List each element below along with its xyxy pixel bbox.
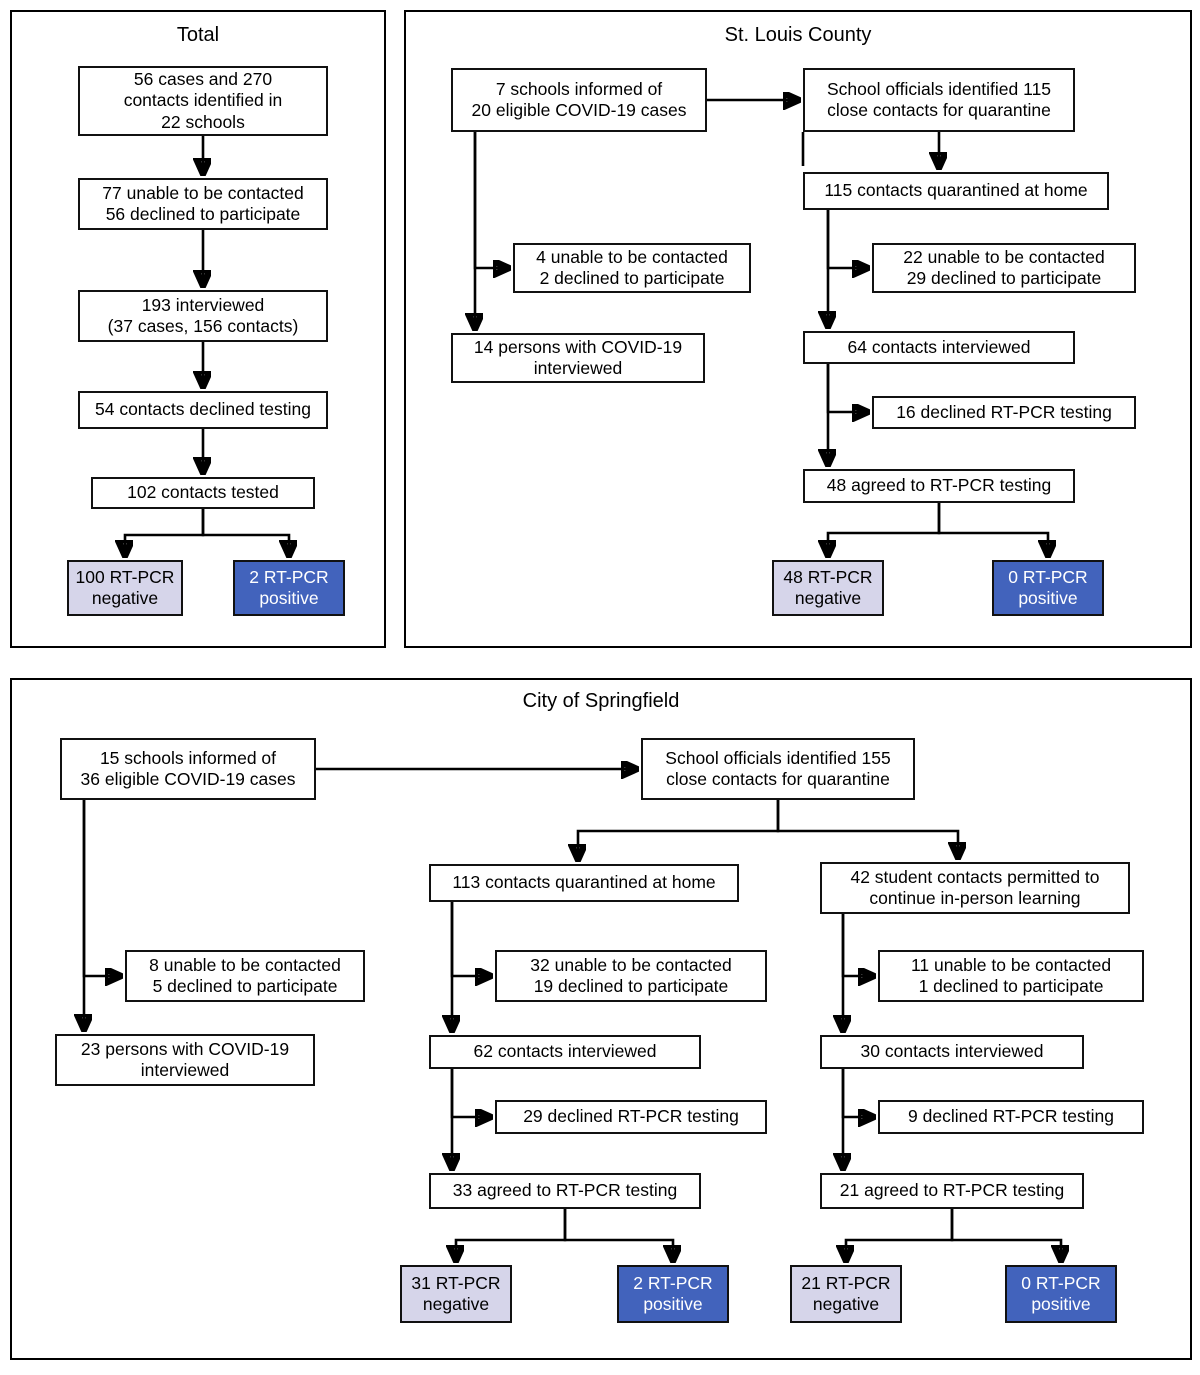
node-stl-rtpcr-negative: 48 RT-PCR negative bbox=[772, 560, 884, 616]
node-stl-declined-rtpcr: 16 declined RT-PCR testing bbox=[872, 396, 1136, 429]
panel-total-title: Total bbox=[176, 24, 220, 46]
node-total-interviewed: 193 interviewed (37 cases, 156 contacts) bbox=[78, 290, 328, 342]
node-total-rtpcr-negative: 100 RT-PCR negative bbox=[67, 560, 183, 616]
node-stl-quarantined-home: 115 contacts quarantined at home bbox=[803, 172, 1109, 210]
node-spr-declined-rtpcr-inperson: 9 declined RT-PCR testing bbox=[878, 1100, 1144, 1134]
node-total-declined-testing: 54 contacts declined testing bbox=[78, 391, 328, 429]
node-stl-contacts-interviewed: 64 contacts interviewed bbox=[803, 331, 1075, 364]
node-stl-unable-declined-contacts: 22 unable to be contacted 29 declined to… bbox=[872, 243, 1136, 293]
node-total-identified: 56 cases and 270 contacts identified in … bbox=[78, 66, 328, 136]
node-spr-officials-identified: School officials identified 155 close co… bbox=[641, 738, 915, 800]
node-spr-rtpcr-positive-quarantine: 2 RT-PCR positive bbox=[617, 1265, 729, 1323]
node-spr-rtpcr-negative-quarantine: 31 RT-PCR negative bbox=[400, 1265, 512, 1323]
node-spr-unable-declined-cases: 8 unable to be contacted 5 declined to p… bbox=[125, 950, 365, 1002]
node-spr-contacts-interviewed-inperson: 30 contacts interviewed bbox=[820, 1035, 1084, 1069]
node-spr-schools-informed: 15 schools informed of 36 eligible COVID… bbox=[60, 738, 316, 800]
flowchart-figure: Total 56 cases and 270 contacts identifi… bbox=[0, 0, 1200, 1375]
node-spr-contacts-interviewed-quarantine: 62 contacts interviewed bbox=[429, 1035, 701, 1069]
panel-st-louis-county-title: St. Louis County bbox=[724, 24, 872, 46]
node-spr-unable-declined-inperson: 11 unable to be contacted 1 declined to … bbox=[878, 950, 1144, 1002]
node-spr-agreed-rtpcr-inperson: 21 agreed to RT-PCR testing bbox=[820, 1173, 1084, 1209]
node-spr-rtpcr-negative-inperson: 21 RT-PCR negative bbox=[790, 1265, 902, 1323]
node-spr-in-person-learning: 42 student contacts permitted to continu… bbox=[820, 862, 1130, 914]
node-stl-agreed-rtpcr: 48 agreed to RT-PCR testing bbox=[803, 469, 1075, 503]
node-spr-agreed-rtpcr-quarantine: 33 agreed to RT-PCR testing bbox=[429, 1173, 701, 1209]
node-spr-unable-declined-quarantine: 32 unable to be contacted 19 declined to… bbox=[495, 950, 767, 1002]
node-stl-rtpcr-positive: 0 RT-PCR positive bbox=[992, 560, 1104, 616]
panel-city-of-springfield-title: City of Springfield bbox=[522, 690, 680, 712]
node-spr-rtpcr-positive-inperson: 0 RT-PCR positive bbox=[1005, 1265, 1117, 1323]
node-spr-quarantined-home: 113 contacts quarantined at home bbox=[429, 864, 739, 902]
node-spr-declined-rtpcr-quarantine: 29 declined RT-PCR testing bbox=[495, 1100, 767, 1134]
node-stl-unable-declined-cases: 4 unable to be contacted 2 declined to p… bbox=[513, 243, 751, 293]
node-stl-persons-interviewed: 14 persons with COVID-19 interviewed bbox=[451, 333, 705, 383]
node-total-rtpcr-positive: 2 RT-PCR positive bbox=[233, 560, 345, 616]
node-total-unable-declined: 77 unable to be contacted 56 declined to… bbox=[78, 178, 328, 230]
node-stl-officials-identified: School officials identified 115 close co… bbox=[803, 68, 1075, 132]
node-total-tested: 102 contacts tested bbox=[91, 477, 315, 509]
node-stl-schools-informed: 7 schools informed of 20 eligible COVID-… bbox=[451, 68, 707, 132]
node-spr-persons-interviewed: 23 persons with COVID-19 interviewed bbox=[55, 1034, 315, 1086]
